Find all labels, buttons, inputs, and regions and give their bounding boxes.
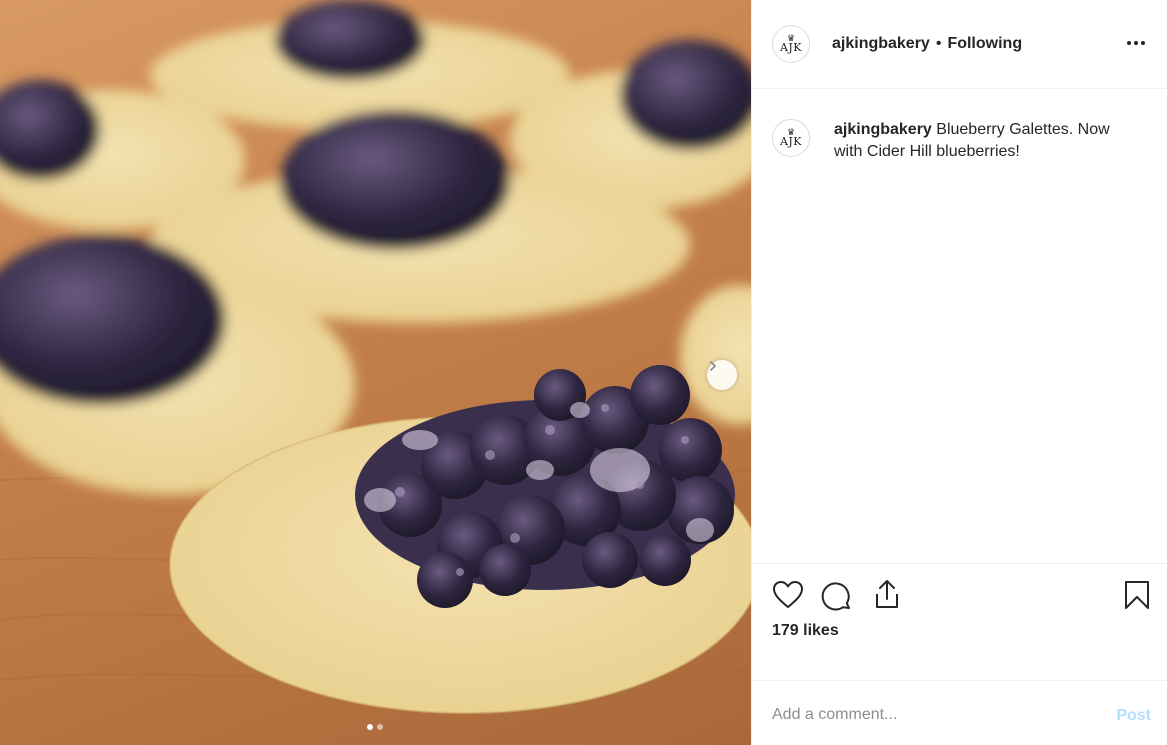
avatar[interactable]: ♛ AJK: [772, 25, 810, 63]
more-horizontal-icon: [1126, 41, 1147, 45]
carousel-next-button[interactable]: [707, 360, 737, 390]
carousel-indicator: [367, 724, 383, 730]
action-bar: 179 likes: [752, 563, 1167, 680]
caption-avatar[interactable]: ♛ AJK: [772, 119, 810, 157]
username-link[interactable]: ajkingbakery: [832, 35, 930, 53]
header-text: ajkingbakery • Following: [832, 35, 1022, 53]
bookmark-icon[interactable]: [1124, 580, 1150, 615]
caption-username-link[interactable]: ajkingbakery: [834, 121, 932, 138]
comment-form: Post: [752, 680, 1167, 745]
galette-photo-illustration: [0, 0, 751, 714]
avatar-monogram: AJK: [779, 41, 803, 54]
caption-text-block: ajkingbakery Blueberry Galettes. Now wit…: [834, 119, 1134, 163]
post-caption: ♛ AJK ajkingbakery Blueberry Galettes. N…: [752, 89, 1166, 163]
post-modal: ♛ AJK ajkingbakery • Following ♛ AJK ajk…: [0, 0, 1167, 745]
post-comment-button[interactable]: Post: [1116, 707, 1151, 725]
avatar-monogram: AJK: [779, 135, 803, 148]
following-button[interactable]: Following: [947, 35, 1022, 53]
carousel-dot-active: [367, 724, 373, 730]
post-photo[interactable]: [0, 0, 751, 745]
post-header: ♛ AJK ajkingbakery • Following: [752, 0, 1166, 89]
post-side-panel: ♛ AJK ajkingbakery • Following ♛ AJK ajk…: [751, 0, 1167, 745]
separator: •: [935, 35, 942, 52]
carousel-dot: [377, 724, 383, 730]
likes-count[interactable]: 179 likes: [772, 622, 839, 640]
heart-icon[interactable]: [772, 580, 804, 615]
share-icon[interactable]: [872, 578, 902, 615]
more-options-button[interactable]: [1124, 33, 1148, 53]
comment-icon[interactable]: [821, 580, 853, 617]
comment-input[interactable]: [772, 703, 1072, 727]
